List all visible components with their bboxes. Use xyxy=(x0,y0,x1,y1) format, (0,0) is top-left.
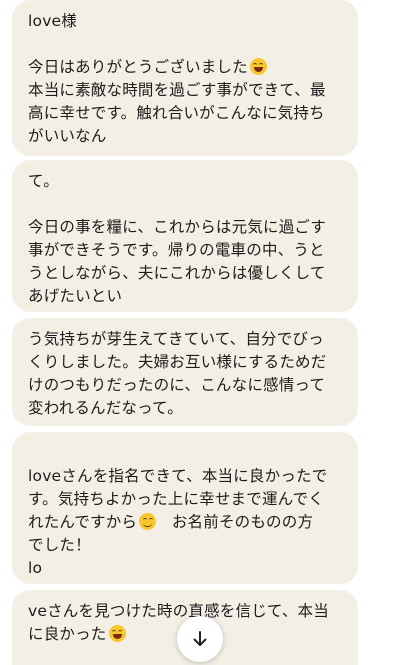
message-line: くりしました。夫婦お互い様にするためだ xyxy=(28,353,327,371)
message-line-tail: お名前そのものの方 xyxy=(156,513,314,531)
arrow-down-icon xyxy=(193,631,207,646)
message-line: 今日の事を糧に、これからは元気に過ごす xyxy=(28,218,326,236)
message-line: うとしながら、夫にこれからは優しくして xyxy=(28,264,326,282)
message-line: love様 xyxy=(28,12,77,30)
message-line: loveさんを指名できて、本当に良かったで xyxy=(28,467,328,485)
chat-thread[interactable]: love様 今日はありがとうございました 本当に素敵な時間を過ごす事ができて、最… xyxy=(0,0,400,665)
message-bubble: て。 今日の事を糧に、これからは元気に過ごす 事ができそうです。帰りの電車の中、… xyxy=(12,160,358,312)
laughing-face-emoji-icon xyxy=(249,58,267,75)
message-line: 変われるんだなって。 xyxy=(28,399,183,417)
message-line: がいいなん xyxy=(28,127,107,145)
message-line: て。 xyxy=(28,172,59,190)
message-line: 事ができそうです。帰りの電車の中、うと xyxy=(28,241,325,259)
message-line: lo xyxy=(28,559,43,577)
relieved-face-emoji-icon xyxy=(139,513,157,530)
scroll-to-bottom-button[interactable] xyxy=(177,616,223,662)
message-line: でした！ xyxy=(28,536,91,554)
message-line: に良かった xyxy=(28,625,107,643)
message-line: 本当に素敵な時間を過ごす事ができて、最 xyxy=(28,81,326,99)
message-line: けのつもりだったのに、こんなに感情って xyxy=(28,376,326,394)
message-bubble: loveさんを指名できて、本当に良かったで す。気持ちよかった上に幸せまで運んで… xyxy=(12,432,358,584)
message-line: う気持ちが芽生えてきていて、自分でびっ xyxy=(28,330,324,348)
message-line: 高に幸せです。触れ合いがこんなに気持ち xyxy=(28,104,325,122)
message-bubble: う気持ちが芽生えてきていて、自分でびっ くりしました。夫婦お互い様にするためだ … xyxy=(12,318,358,426)
message-line: れたんですから xyxy=(28,513,138,531)
message-bubble: love様 今日はありがとうございました 本当に素敵な時間を過ごす事ができて、最… xyxy=(12,0,358,156)
message-line: す。気持ちよかった上に幸せまで運んでく xyxy=(28,490,324,508)
message-line: 今日はありがとうございました xyxy=(28,58,248,76)
laughing-face-emoji-icon xyxy=(108,625,126,642)
message-line: あげたいとい xyxy=(28,287,123,305)
